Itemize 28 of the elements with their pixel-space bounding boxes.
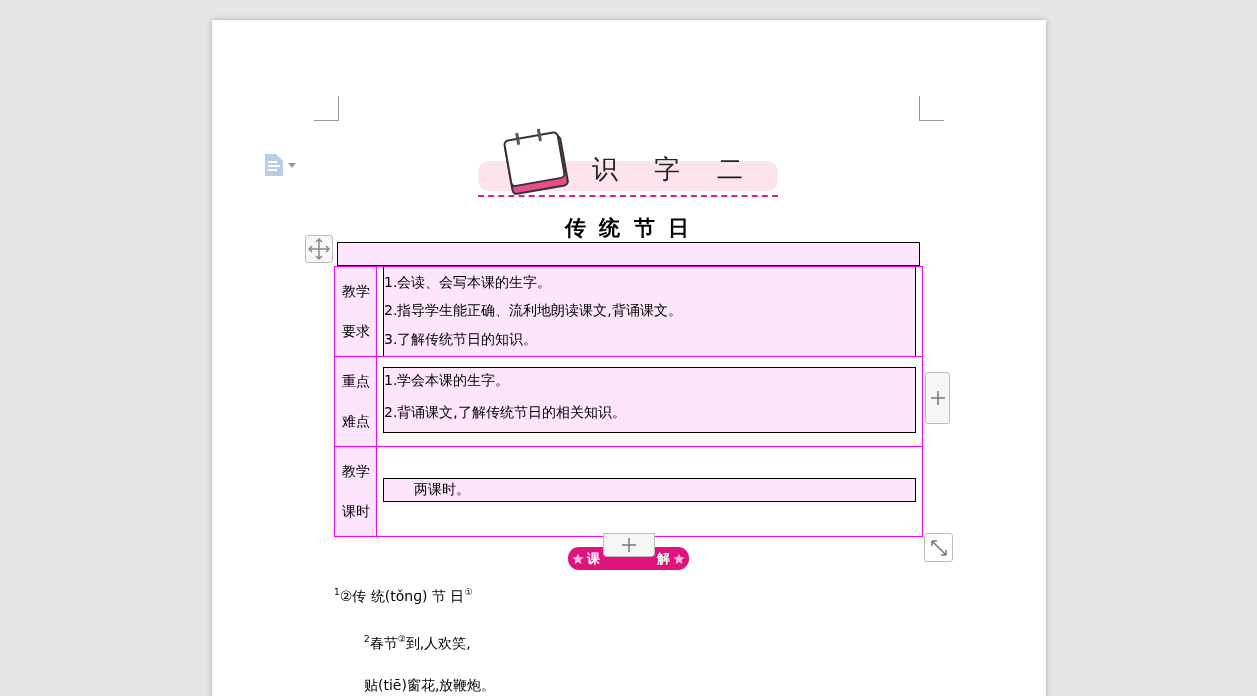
requirement-text: 两课时。 bbox=[414, 481, 470, 499]
badge-text: 课 bbox=[587, 549, 600, 568]
margin-corner-mark bbox=[314, 96, 339, 121]
row-label: 教学 课时 bbox=[335, 447, 377, 536]
caret-icon[interactable] bbox=[288, 162, 296, 168]
requirement-text: 2.指导学生能正确、流利地朗读课文,背诵课文。 bbox=[384, 302, 683, 321]
add-row-button[interactable] bbox=[603, 533, 655, 557]
requirement-text: 1.学会本课的生字。 bbox=[384, 372, 511, 390]
plus-icon bbox=[930, 391, 945, 405]
row-label: 教学 要求 bbox=[335, 267, 377, 356]
poem-line: 贴(tiē)窗花,放鞭炮。 bbox=[363, 676, 497, 696]
star-icon bbox=[673, 552, 685, 565]
lesson-heading: 识 字 二 bbox=[592, 153, 757, 186]
lesson-title: 传 统 节 日 bbox=[563, 215, 693, 242]
requirement-text: 3.了解传统节日的知识。 bbox=[384, 330, 539, 349]
document-icon[interactable] bbox=[264, 153, 284, 177]
requirement-text: 1.会读、会写本课的生字。 bbox=[384, 274, 553, 293]
star-icon bbox=[572, 552, 584, 565]
margin-corner-mark bbox=[919, 96, 944, 121]
poem-line: $^{2}$春节$^{②}$到,人欢笑, bbox=[363, 632, 472, 653]
requirement-text: 2.背诵课文,了解传统节日的相关知识。 bbox=[384, 404, 627, 422]
table-move-handle[interactable] bbox=[305, 235, 333, 263]
table-resize-handle[interactable] bbox=[924, 533, 953, 562]
badge-text: 解 bbox=[657, 549, 670, 568]
row-label: 重点 难点 bbox=[335, 357, 377, 446]
poem-line: $^{1}$②传 统(tǒnɡ) 节 日$^{①}$ bbox=[334, 586, 474, 606]
add-column-button[interactable] bbox=[925, 372, 950, 424]
plus-icon bbox=[622, 538, 636, 552]
